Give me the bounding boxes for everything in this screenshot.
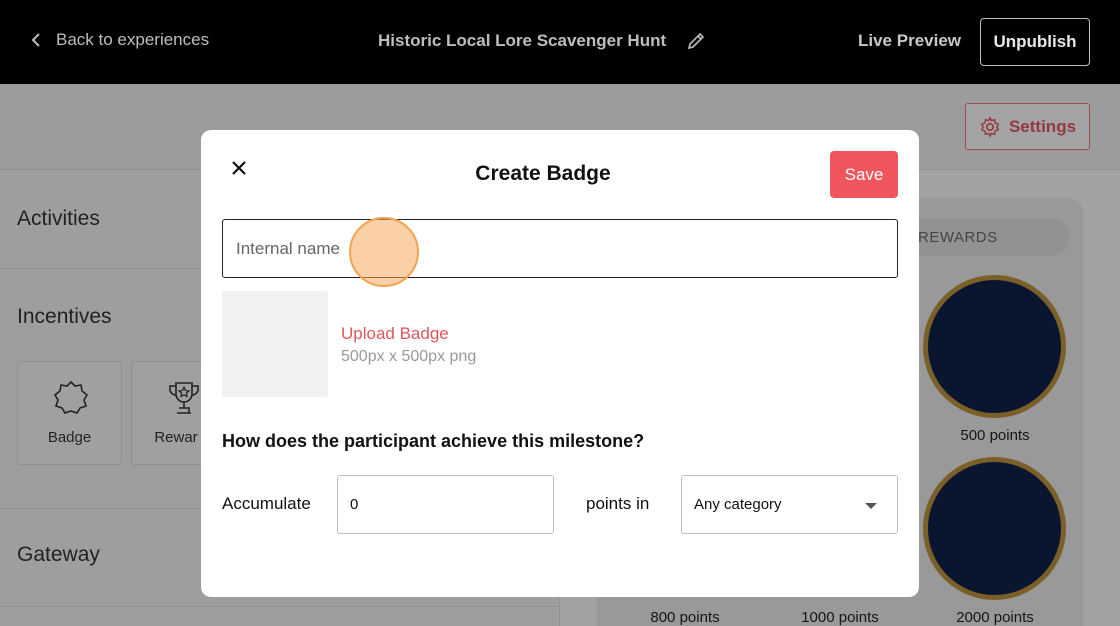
category-select[interactable]: Any category xyxy=(681,475,898,534)
points-in-label: points in xyxy=(586,494,650,513)
modal-title: Create Badge xyxy=(475,162,611,185)
experience-title: Historic Local Lore Scavenger Hunt xyxy=(378,31,706,51)
upload-badge-link[interactable]: Upload Badge xyxy=(341,324,449,344)
unpublish-button[interactable]: Unpublish xyxy=(980,18,1090,66)
pencil-icon[interactable] xyxy=(686,31,706,51)
caret-down-icon xyxy=(865,503,877,509)
internal-name-input[interactable]: Internal name xyxy=(222,219,898,278)
back-to-experiences-link[interactable]: Back to experiences xyxy=(30,30,209,50)
accumulate-label: Accumulate xyxy=(222,494,311,513)
upload-hint: 500px x 500px png xyxy=(341,348,477,365)
points-input[interactable]: 0 xyxy=(337,475,554,534)
chevron-left-icon xyxy=(31,33,40,47)
save-button[interactable]: Save xyxy=(830,151,898,198)
click-indicator xyxy=(349,217,419,287)
create-badge-modal: Create Badge Save Internal name Upload B… xyxy=(201,130,919,597)
milestone-question: How does the participant achieve this mi… xyxy=(222,431,645,451)
back-label: Back to experiences xyxy=(56,30,210,49)
badge-image-placeholder[interactable] xyxy=(222,291,328,397)
top-bar: Back to experiences Historic Local Lore … xyxy=(0,0,1120,84)
live-preview-button[interactable]: Live Preview xyxy=(858,31,961,51)
experience-title-text: Historic Local Lore Scavenger Hunt xyxy=(378,31,667,50)
category-value: Any category xyxy=(694,496,782,513)
